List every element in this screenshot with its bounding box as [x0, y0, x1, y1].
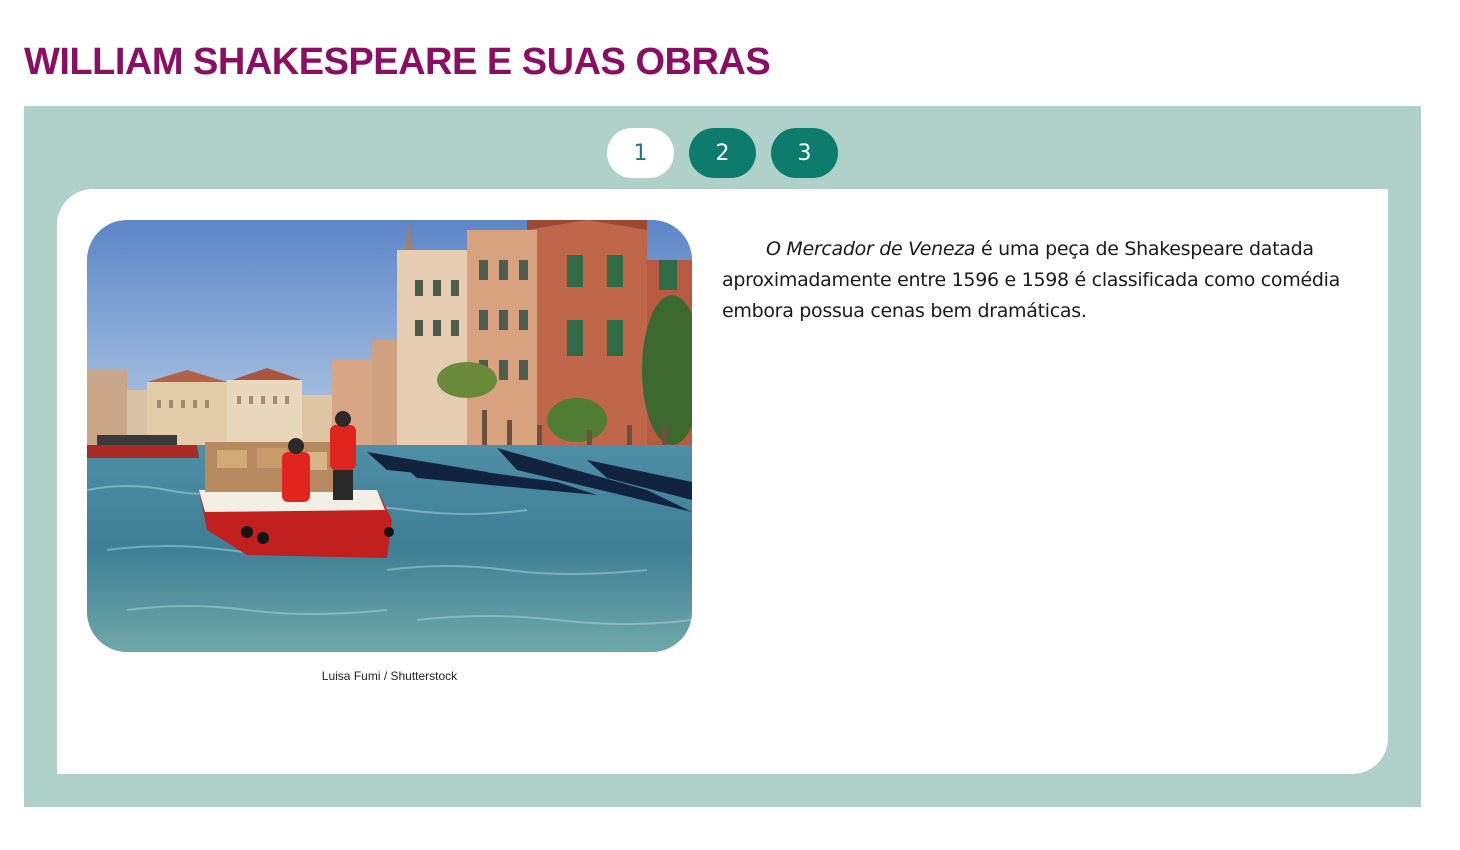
- page-button-1[interactable]: 1: [607, 128, 674, 178]
- work-title: O Mercador de Veneza: [766, 238, 976, 260]
- carousel-panel: 1 2 3 Luisa Fumi / Shutterstock O Mercad…: [24, 106, 1421, 807]
- slide-text: O Mercador de Veneza é uma peça de Shake…: [722, 234, 1342, 327]
- page-button-3[interactable]: 3: [771, 128, 838, 178]
- slide-card: Luisa Fumi / Shutterstock O Mercador de …: [57, 189, 1388, 774]
- page-button-2[interactable]: 2: [689, 128, 756, 178]
- page-title: WILLIAM SHAKESPEARE E SUAS OBRAS: [24, 41, 771, 83]
- pagination: 1 2 3: [24, 128, 1421, 178]
- image-credit: Luisa Fumi / Shutterstock: [321, 669, 458, 683]
- venice-canal-photo: [87, 220, 692, 652]
